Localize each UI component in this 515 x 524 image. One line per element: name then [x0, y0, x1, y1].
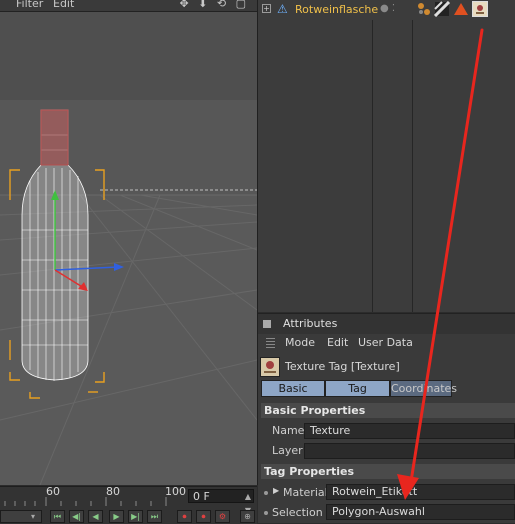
layer-field[interactable]: [304, 443, 515, 459]
viewport-nav-icons: ✥ ⬇ ⟲ ▢: [179, 0, 249, 10]
tag-header: Texture Tag [Texture]: [258, 355, 515, 379]
viewport-menubar: Filter Edit ✥ ⬇ ⟲ ▢: [0, 0, 257, 12]
selection-field[interactable]: Polygon-Auswahl: [326, 504, 515, 520]
section-basic-properties: Basic Properties: [261, 403, 515, 418]
rotate-view-icon[interactable]: ⟲: [217, 0, 229, 10]
menu-mode[interactable]: Mode: [285, 336, 315, 349]
attributes-menubar: Mode Edit User Data: [258, 334, 515, 353]
viewport-scene[interactable]: [0, 0, 257, 485]
play-icon[interactable]: ▶: [109, 510, 124, 523]
tick-60: 60: [46, 485, 60, 498]
playback-controls: ▾ ⏮ ◀| ◀ ▶ ▶| ⏭ ⏺ ⏺ ⚙ ⊕: [0, 509, 257, 524]
attribute-tabs: Basic Tag Coordinates: [261, 380, 512, 397]
previous-frame-icon[interactable]: ◀: [88, 510, 103, 523]
tab-coordinates[interactable]: Coordinates: [390, 380, 457, 397]
expand-toggle-icon[interactable]: +: [262, 4, 271, 13]
animate-bullet-icon[interactable]: [264, 511, 268, 515]
visibility-dots-icon[interactable]: ● ⁚: [380, 3, 395, 14]
timeline[interactable]: 60 80 100 0 F ▲▼ ▾ ⏮ ◀| ◀ ▶ ▶| ⏭ ⏺ ⏺ ⚙ ⊕: [0, 485, 257, 524]
animate-bullet-icon[interactable]: [264, 491, 268, 495]
panel-grip-icon[interactable]: [263, 320, 271, 328]
current-frame-value: 0 F: [193, 490, 210, 503]
3d-viewport[interactable]: Filter Edit ✥ ⬇ ⟲ ▢: [0, 0, 258, 485]
selection-label: Selection: [272, 506, 323, 519]
current-frame-field[interactable]: 0 F ▲▼: [188, 489, 254, 515]
menu-edit[interactable]: Edit: [327, 336, 348, 349]
tick-80: 80: [106, 485, 120, 498]
fps-dropdown[interactable]: ▾: [0, 510, 42, 523]
attributes-manager: Attributes Mode Edit User Data Texture T…: [258, 313, 515, 523]
previous-key-icon[interactable]: ◀|: [69, 510, 84, 523]
texture-tag-thumbnail: [260, 357, 280, 377]
keyframe-selection-icon[interactable]: ⚙: [215, 510, 230, 523]
go-to-start-icon[interactable]: ⏮: [50, 510, 65, 523]
display-tag-icon[interactable]: [453, 1, 469, 17]
phong-tag-icon[interactable]: [416, 1, 432, 17]
object-manager[interactable]: + ⚠ Rotweinflasche ● ⁚: [258, 0, 515, 312]
tab-basic[interactable]: Basic: [261, 380, 325, 397]
object-row[interactable]: + ⚠ Rotweinflasche ● ⁚: [258, 0, 515, 20]
column-divider: [412, 0, 413, 312]
maximize-view-icon[interactable]: ▢: [236, 0, 249, 10]
next-frame-icon[interactable]: ▶|: [128, 510, 143, 523]
section-tag-properties: Tag Properties: [261, 464, 515, 479]
timeline-settings-icon[interactable]: ⊕: [240, 510, 255, 523]
menu-edit[interactable]: Edit: [53, 0, 74, 10]
layer-label: Layer: [272, 444, 303, 457]
go-to-end-icon[interactable]: ⏭: [147, 510, 162, 523]
menu-grip-icon[interactable]: [266, 338, 275, 348]
null-object-icon: ⚠: [277, 2, 288, 16]
compositing-tag-icon[interactable]: [433, 0, 451, 18]
material-label: Material: [283, 486, 328, 499]
tag-title: Texture Tag [Texture]: [285, 360, 400, 373]
attributes-titlebar: Attributes: [258, 313, 515, 334]
name-label: Name: [272, 424, 305, 437]
texture-tag-icon[interactable]: [472, 1, 488, 17]
move-view-icon[interactable]: ✥: [179, 0, 191, 10]
expand-arrow-icon[interactable]: ▶: [273, 486, 279, 495]
column-divider: [372, 0, 373, 312]
material-field[interactable]: Rotwein_Etikett: [326, 484, 515, 500]
menu-user-data[interactable]: User Data: [358, 336, 413, 349]
name-field[interactable]: Texture: [304, 423, 515, 439]
menu-filter[interactable]: Filter: [16, 0, 43, 10]
object-name[interactable]: Rotweinflasche: [295, 3, 378, 16]
attributes-title: Attributes: [283, 317, 338, 330]
timeline-ruler[interactable]: [0, 487, 185, 507]
autokey-icon[interactable]: ⏺: [196, 510, 211, 523]
tab-tag[interactable]: Tag: [325, 380, 390, 397]
tick-100: 100: [165, 485, 186, 498]
pan-view-icon[interactable]: ⬇: [198, 0, 210, 10]
record-key-icon[interactable]: ⏺: [177, 510, 192, 523]
